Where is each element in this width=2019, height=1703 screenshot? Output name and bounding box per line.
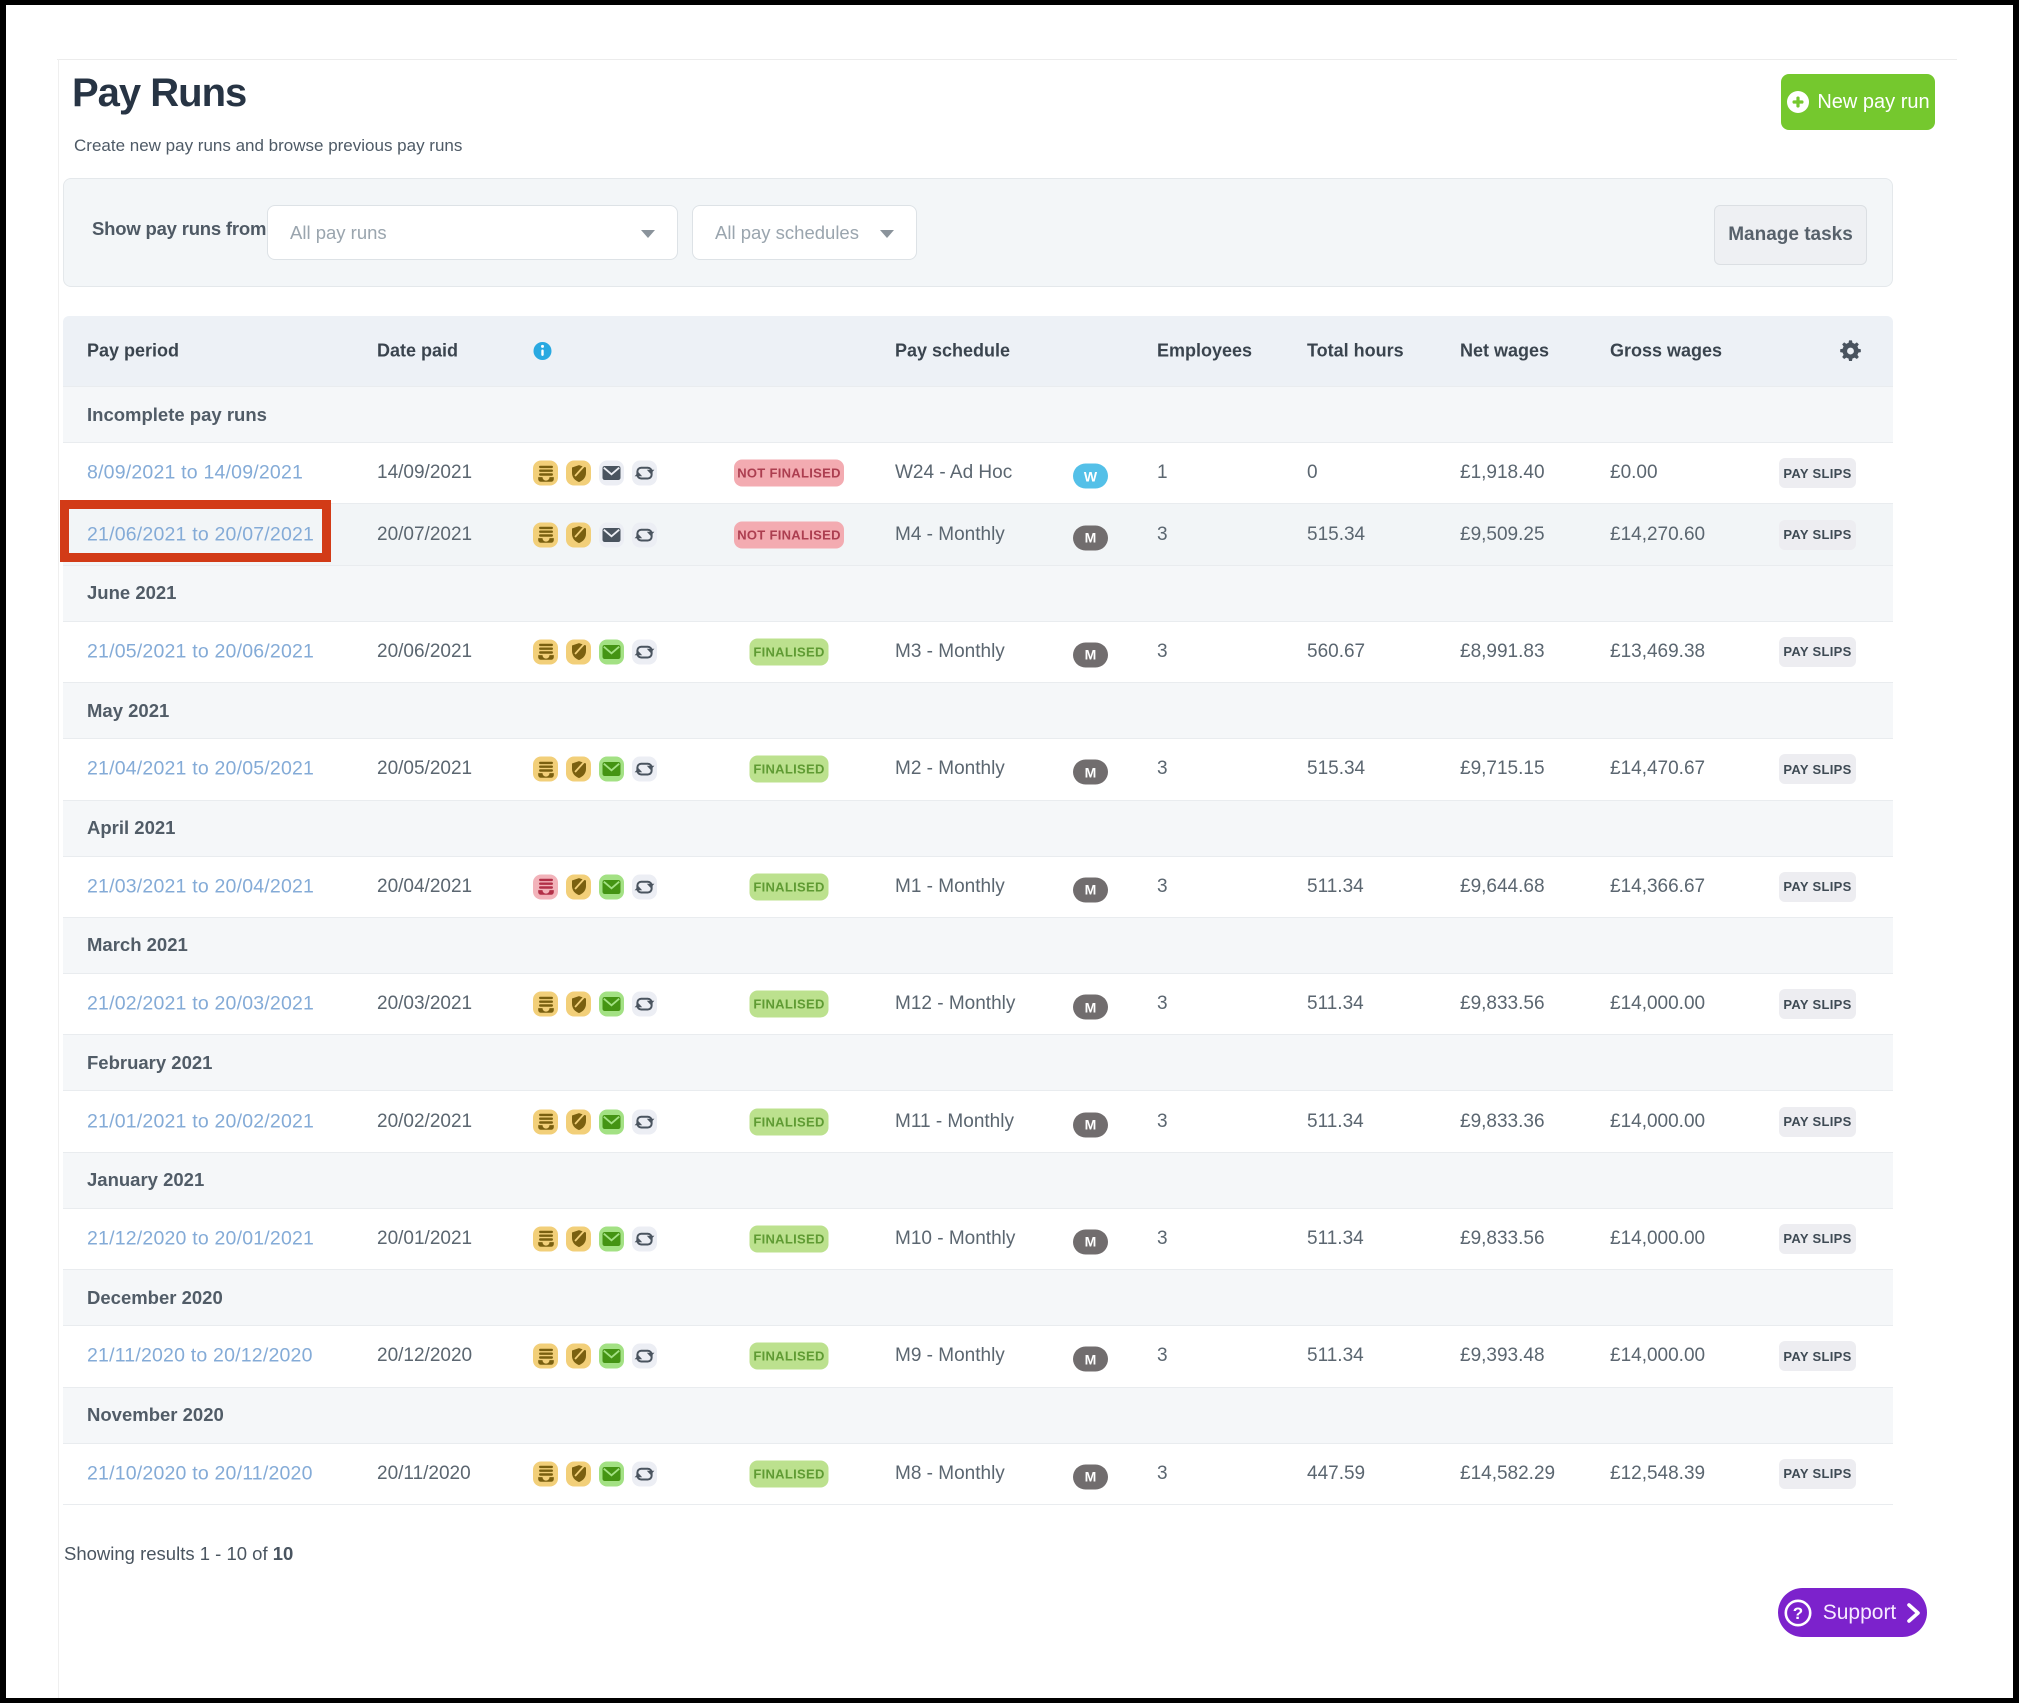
svg-text:?: ? [1793, 1604, 1803, 1623]
